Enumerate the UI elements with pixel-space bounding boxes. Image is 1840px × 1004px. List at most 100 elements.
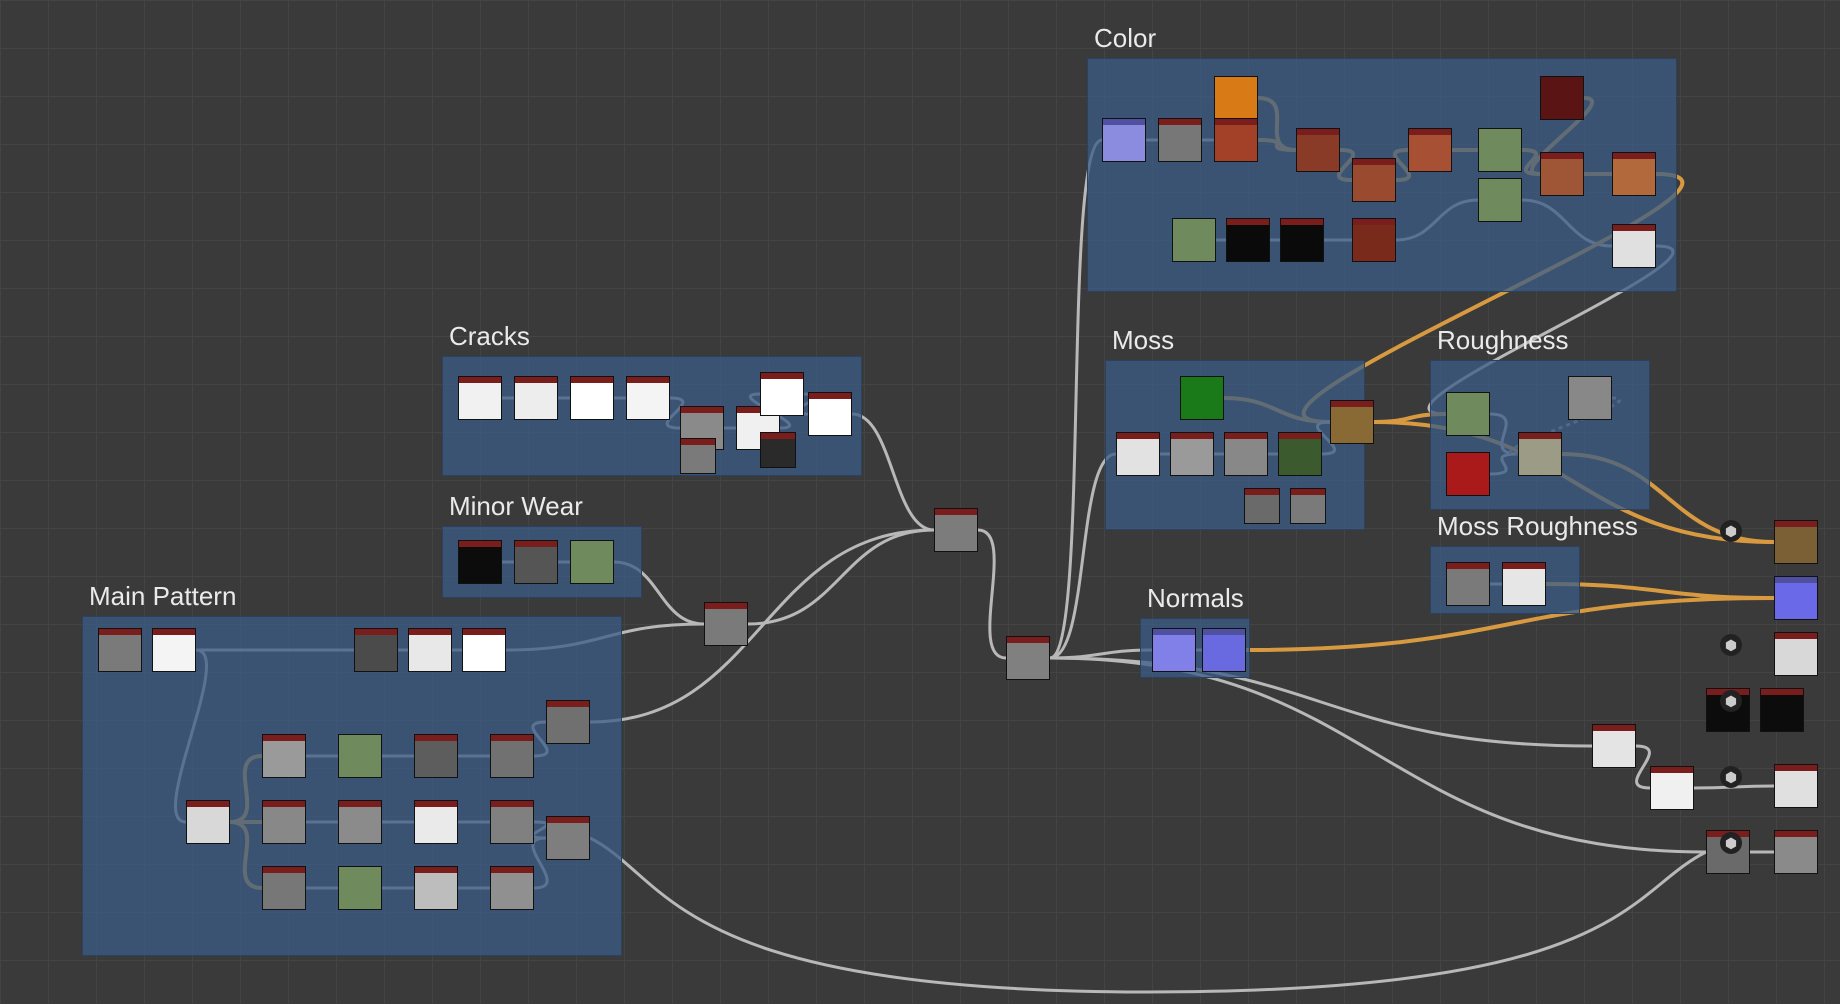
- graph-node[interactable]: [338, 734, 382, 778]
- graph-node[interactable]: [1774, 576, 1818, 620]
- wire: [1050, 658, 1592, 746]
- graph-node[interactable]: [414, 734, 458, 778]
- graph-node[interactable]: [1214, 76, 1258, 120]
- frame-label: Cracks: [449, 321, 530, 352]
- graph-node[interactable]: [1502, 562, 1546, 606]
- graph-node[interactable]: [1478, 128, 1522, 172]
- graph-node[interactable]: [1568, 376, 1612, 420]
- output-slot[interactable]: ⬢: [1746, 678, 1792, 724]
- graph-node[interactable]: [1116, 432, 1160, 476]
- graph-node[interactable]: [1446, 562, 1490, 606]
- graph-node[interactable]: [338, 866, 382, 910]
- node-thumb: [1103, 125, 1145, 161]
- node-thumb: [1353, 165, 1395, 201]
- node-thumb: [1297, 135, 1339, 171]
- graph-node[interactable]: [1158, 118, 1202, 162]
- graph-node[interactable]: [262, 734, 306, 778]
- graph-node[interactable]: [680, 438, 716, 474]
- graph-node[interactable]: [1244, 488, 1280, 524]
- graph-node[interactable]: [98, 628, 142, 672]
- graph-node[interactable]: [1352, 158, 1396, 202]
- graph-node[interactable]: [1214, 118, 1258, 162]
- graph-node[interactable]: [1278, 432, 1322, 476]
- graph-node[interactable]: [408, 628, 452, 672]
- output-slot[interactable]: ⬢: [1746, 754, 1792, 800]
- node-thumb: [339, 807, 381, 843]
- graph-node[interactable]: [1540, 76, 1584, 120]
- output-slot[interactable]: ⬢: [1746, 622, 1792, 668]
- node-thumb: [1569, 383, 1611, 419]
- node-thumb: [1173, 225, 1215, 261]
- node-thumb: [1159, 125, 1201, 161]
- graph-node[interactable]: [490, 800, 534, 844]
- graph-node[interactable]: [760, 432, 796, 468]
- graph-node[interactable]: [458, 376, 502, 420]
- node-thumb: [263, 741, 305, 777]
- graph-node[interactable]: [1152, 628, 1196, 672]
- graph-node[interactable]: [1006, 636, 1050, 680]
- node-thumb: [1291, 495, 1325, 523]
- graph-node[interactable]: [338, 800, 382, 844]
- graph-node[interactable]: [546, 700, 590, 744]
- output-slot[interactable]: ⬢: [1746, 820, 1792, 866]
- graph-node[interactable]: [1592, 724, 1636, 768]
- graph-node[interactable]: [414, 866, 458, 910]
- graph-node[interactable]: [1612, 152, 1656, 196]
- graph-node[interactable]: [1226, 218, 1270, 262]
- graph-node[interactable]: [1408, 128, 1452, 172]
- graph-node[interactable]: [570, 376, 614, 420]
- graph-node[interactable]: [1296, 128, 1340, 172]
- graph-node[interactable]: [1446, 452, 1490, 496]
- graph-node[interactable]: [1352, 218, 1396, 262]
- graph-node[interactable]: [490, 866, 534, 910]
- graph-node[interactable]: [354, 628, 398, 672]
- cube-icon: ⬢: [1720, 634, 1742, 656]
- node-thumb: [1447, 459, 1489, 495]
- graph-node[interactable]: [570, 540, 614, 584]
- graph-node[interactable]: [704, 602, 748, 646]
- graph-node[interactable]: [1170, 432, 1214, 476]
- graph-node[interactable]: [1446, 392, 1490, 436]
- graph-node[interactable]: [1540, 152, 1584, 196]
- node-thumb: [705, 609, 747, 645]
- graph-node[interactable]: [1518, 432, 1562, 476]
- graph-node[interactable]: [1102, 118, 1146, 162]
- node-thumb: [1331, 407, 1373, 443]
- node-thumb: [515, 383, 557, 419]
- node-thumb: [761, 439, 795, 467]
- graph-node[interactable]: [262, 800, 306, 844]
- graph-node[interactable]: [1290, 488, 1326, 524]
- graph-node[interactable]: [1180, 376, 1224, 420]
- graph-node[interactable]: [1612, 224, 1656, 268]
- graph-node[interactable]: [1650, 766, 1694, 810]
- wire: [748, 530, 934, 624]
- graph-node[interactable]: [546, 816, 590, 860]
- graph-node[interactable]: [934, 508, 978, 552]
- graph-node[interactable]: [760, 372, 804, 416]
- graph-node[interactable]: [514, 376, 558, 420]
- output-slot[interactable]: ⬢: [1746, 508, 1792, 554]
- graph-node[interactable]: [626, 376, 670, 420]
- frame-label: Normals: [1147, 583, 1244, 614]
- graph-node[interactable]: [490, 734, 534, 778]
- graph-node[interactable]: [1172, 218, 1216, 262]
- graph-node[interactable]: [1478, 178, 1522, 222]
- graph-node[interactable]: [414, 800, 458, 844]
- node-thumb: [1447, 569, 1489, 605]
- frame-label: Moss: [1112, 325, 1174, 356]
- graph-node[interactable]: [808, 392, 852, 436]
- graph-node[interactable]: [1202, 628, 1246, 672]
- graph-node[interactable]: [462, 628, 506, 672]
- graph-node[interactable]: [262, 866, 306, 910]
- node-thumb: [409, 635, 451, 671]
- node-thumb: [1479, 135, 1521, 171]
- graph-node[interactable]: [186, 800, 230, 844]
- graph-node[interactable]: [1330, 400, 1374, 444]
- graph-node[interactable]: [514, 540, 558, 584]
- graph-node[interactable]: [152, 628, 196, 672]
- node-thumb: [1225, 439, 1267, 475]
- node-thumb: [1117, 439, 1159, 475]
- graph-node[interactable]: [1224, 432, 1268, 476]
- graph-node[interactable]: [458, 540, 502, 584]
- graph-node[interactable]: [1280, 218, 1324, 262]
